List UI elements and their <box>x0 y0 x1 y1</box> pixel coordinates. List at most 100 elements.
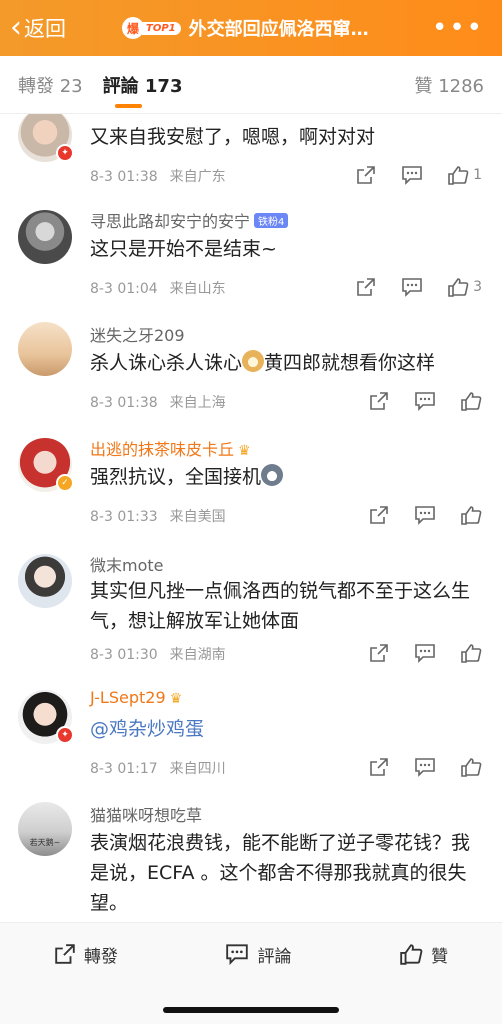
like-icon <box>400 944 423 965</box>
comment-text: 表演烟花浪费钱，能不能断了逆子零花钱？我是说，ECFA 。这个都舍不得那我就真的… <box>90 832 471 914</box>
comment-source: 来自上海 <box>169 395 226 411</box>
comment-item: ✓ 出逃的抹茶味皮卡丘 ♛ 强烈抗议，全国接机 8-3 01:33 来自美国 <box>0 432 502 550</box>
repost-button[interactable]: 轉發 <box>54 942 118 967</box>
reply-icon[interactable] <box>414 642 436 664</box>
doge-emoji-icon <box>242 350 265 372</box>
tab-repost[interactable]: 轉發 23 <box>18 72 83 98</box>
reply-icon[interactable] <box>401 164 423 186</box>
share-icon[interactable] <box>368 642 390 664</box>
comment-mention[interactable]: @鸡杂炒鸡蛋 <box>90 714 482 744</box>
username[interactable]: 猫猫咪呀想吃草 <box>90 802 202 826</box>
comment-list[interactable]: ✦ 又来自我安慰了，嗯嗯，啊对对对 8-3 01:38 来自广东 1 寻思此路却安… <box>0 114 502 922</box>
like-icon[interactable] <box>460 504 482 526</box>
comment-source: 来自美国 <box>169 509 226 525</box>
username[interactable]: J-LSept29 ♛ <box>90 688 182 707</box>
username[interactable]: 寻思此路却安宁的安宁 铁粉4 <box>90 208 289 232</box>
avatar-caption: 若天鹅~ <box>29 838 61 847</box>
comment-source: 来自湖南 <box>169 647 226 663</box>
home-indicator[interactable] <box>163 1007 339 1013</box>
username-text: J-LSept29 <box>90 688 166 707</box>
share-icon[interactable] <box>368 390 390 412</box>
reply-icon[interactable] <box>414 504 436 526</box>
back-button[interactable]: ‹ 返回 <box>0 13 90 43</box>
comment-meta: 8-3 01:38 来自上海 <box>90 392 226 412</box>
comment-source: 来自山东 <box>169 281 226 297</box>
comment-text-part: 杀人诛心杀人诛心 <box>90 352 243 374</box>
avatar[interactable]: 若天鹅~ <box>18 802 72 856</box>
comment-time: 8-3 01:30 <box>90 647 158 663</box>
comment-actions <box>344 504 482 526</box>
verified-badge-icon: ✓ <box>56 474 74 492</box>
comment-text: 其实但凡挫一点佩洛西的锐气都不至于这么生气，想让解放军让她体面 <box>90 580 471 632</box>
comment-time: 8-3 01:17 <box>90 761 158 777</box>
comment-time: 8-3 01:33 <box>90 509 158 525</box>
like-icon[interactable] <box>447 164 469 186</box>
reply-icon[interactable] <box>414 756 436 778</box>
like-icon[interactable] <box>460 756 482 778</box>
comment-time: 8-3 01:38 <box>90 395 158 411</box>
comment-icon <box>226 944 249 965</box>
comment-actions <box>344 642 482 664</box>
like-icon[interactable] <box>447 276 469 298</box>
tab-comments[interactable]: 評論 173 <box>103 72 182 108</box>
comment-actions: 1 <box>331 164 482 186</box>
page-title[interactable]: 爆 TOP1 外交部回应佩洛西窜… <box>122 15 432 41</box>
comment-item: ✦ J-LSept29 ♛ @鸡杂炒鸡蛋 8-3 01:17 来自四川 <box>0 686 502 798</box>
username-text: 寻思此路却安宁的安宁 <box>90 212 251 231</box>
top-rank-badge: TOP1 <box>142 21 181 35</box>
tab-likes[interactable]: 贊 1286 <box>414 72 484 98</box>
comment-button[interactable]: 評論 <box>225 942 291 967</box>
husky-emoji-icon <box>261 464 284 486</box>
comment-meta: 8-3 01:30 来自湖南 <box>90 644 226 664</box>
avatar[interactable] <box>18 210 72 264</box>
comment-actions <box>344 756 482 778</box>
username[interactable]: 微末mote <box>90 552 164 576</box>
comment-meta: 8-3 01:04 来自山东 <box>90 278 226 298</box>
comment-text: 强烈抗议，全国接机 <box>90 462 482 492</box>
top-bar: ‹ 返回 爆 TOP1 外交部回应佩洛西窜… ••• <box>0 0 502 56</box>
comment-source: 来自四川 <box>169 761 226 777</box>
comment-item: 迷失之牙209 杀人诛心杀人诛心 黄四郎就想看你这样 8-3 01:38 来自上海 <box>0 316 502 434</box>
tab-bar: 轉發 23 評論 173 贊 1286 <box>0 56 502 114</box>
verified-badge-icon: ✦ <box>56 144 74 162</box>
comment-item: 寻思此路却安宁的安宁 铁粉4 这只是开始不是结束~ 8-3 01:04 来自山东 3 <box>0 204 502 322</box>
share-icon <box>55 944 75 964</box>
more-icon[interactable]: ••• <box>432 15 502 41</box>
share-icon[interactable] <box>368 756 390 778</box>
comment-actions: 3 <box>331 276 482 298</box>
vip-crown-icon: ♛ <box>238 443 251 459</box>
comment-text: 又来自我安慰了，嗯嗯，啊对对对 <box>90 126 376 148</box>
share-icon[interactable] <box>355 164 377 186</box>
share-icon[interactable] <box>368 504 390 526</box>
chevron-left-icon: ‹ <box>10 10 22 45</box>
comment-source: 来自广东 <box>169 169 226 185</box>
verified-badge-icon: ✦ <box>56 726 74 744</box>
avatar[interactable] <box>18 322 72 376</box>
comment-time: 8-3 01:38 <box>90 169 158 185</box>
vip-crown-icon: ♛ <box>169 691 183 707</box>
back-label: 返回 <box>24 17 66 41</box>
like-icon[interactable] <box>460 390 482 412</box>
hot-icon: 爆 <box>122 17 144 39</box>
bottom-action-bar: 轉發 評論 贊 <box>0 922 502 1024</box>
comment-item: 若天鹅~ 猫猫咪呀想吃草 表演烟花浪费钱，能不能断了逆子零花钱？我是说，ECFA… <box>0 798 502 922</box>
reply-icon[interactable] <box>401 276 423 298</box>
reply-icon[interactable] <box>414 390 436 412</box>
like-count: 3 <box>473 279 482 295</box>
username[interactable]: 迷失之牙209 <box>90 322 185 346</box>
like-label: 贊 <box>431 946 449 967</box>
comment-text: 这只是开始不是结束~ <box>90 238 277 260</box>
comment-actions <box>344 390 482 412</box>
like-button[interactable]: 贊 <box>399 942 448 967</box>
comment-time: 8-3 01:04 <box>90 281 158 297</box>
title-text: 外交部回应佩洛西窜… <box>188 19 369 40</box>
comment-meta: 8-3 01:33 来自美国 <box>90 506 226 526</box>
fan-badge: 铁粉4 <box>254 213 289 228</box>
comment-meta: 8-3 01:17 来自四川 <box>90 758 226 778</box>
comment-label: 評論 <box>257 946 292 967</box>
avatar[interactable] <box>18 554 72 608</box>
username[interactable]: 出逃的抹茶味皮卡丘 ♛ <box>90 436 251 460</box>
like-icon[interactable] <box>460 642 482 664</box>
share-icon[interactable] <box>355 276 377 298</box>
comment-item: 微末mote 其实但凡挫一点佩洛西的锐气都不至于这么生气，想让解放军让她体面 8… <box>0 548 502 688</box>
